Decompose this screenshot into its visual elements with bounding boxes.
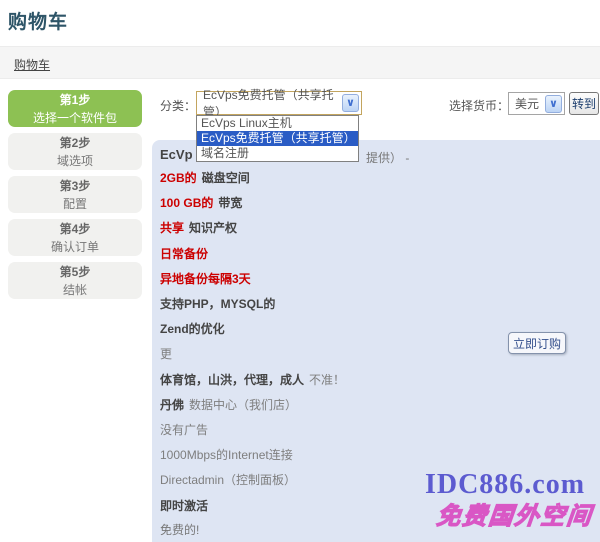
feature-line-1: 2GB的磁盘空间 xyxy=(160,165,345,190)
watermark-idc886: IDC886.com xyxy=(414,469,596,501)
category-option-2[interactable]: EcVps免费托管（共享托管） xyxy=(197,131,358,146)
feature-line-7: Zend的优化 xyxy=(160,316,345,341)
chevron-down-icon: ∨ xyxy=(342,94,359,112)
feature-segment: 体育馆，山洪，代理，成人 xyxy=(160,371,304,388)
step-item-2[interactable]: 第2步域选项 xyxy=(8,133,142,170)
chevron-down-icon: ∨ xyxy=(545,95,562,113)
feature-segment: 异地备份每隔3天 xyxy=(160,270,251,287)
step-label: 配置 xyxy=(63,195,87,212)
feature-line-10: 丹佛数据中心（我们店） xyxy=(160,392,345,417)
currency-select[interactable]: 美元 ∨ xyxy=(508,92,565,115)
feature-list: 2GB的磁盘空间100 GB的带宽共享知识产权日常备份异地备份每隔3天支持PHP… xyxy=(160,165,345,518)
product-heading-right: 提供） - xyxy=(366,149,409,166)
feature-segment: 带宽 xyxy=(218,194,242,211)
product-heading-left: EcVp xyxy=(160,147,193,162)
step-item-4[interactable]: 第4步确认订单 xyxy=(8,219,142,256)
feature-segment: 2GB的 xyxy=(160,169,197,186)
feature-segment: 1000Mbps的Internet连接 xyxy=(160,446,293,463)
watermark-free-space: 免费国外空间 xyxy=(428,496,600,531)
feature-segment: 日常备份 xyxy=(160,245,208,262)
feature-line-13: Directadmin（控制面板） xyxy=(160,467,345,492)
feature-line-14: 即时激活 xyxy=(160,492,345,517)
feature-segment: 知识产权 xyxy=(189,219,237,236)
page-title: 购物车 xyxy=(8,7,68,34)
currency-go-button[interactable]: 转到 xyxy=(569,92,599,115)
feature-line-12: 1000Mbps的Internet连接 xyxy=(160,442,345,467)
step-item-1[interactable]: 第1步选择一个软件包 xyxy=(8,90,142,127)
step-number: 第1步 xyxy=(60,91,91,108)
step-number: 第5步 xyxy=(60,263,91,280)
step-number: 第3步 xyxy=(60,177,91,194)
step-label: 选择一个软件包 xyxy=(33,109,117,126)
feature-segment: 共享 xyxy=(160,219,184,236)
step-number: 第2步 xyxy=(60,134,91,151)
feature-line-2: 100 GB的带宽 xyxy=(160,190,345,215)
order-now-button[interactable]: 立即订购 xyxy=(508,332,566,354)
feature-segment: 磁盘空间 xyxy=(202,169,250,186)
step-label: 结帐 xyxy=(63,281,87,298)
feature-line-11: 没有广告 xyxy=(160,417,345,442)
feature-line-8: 更 xyxy=(160,341,345,366)
feature-segment: 100 GB的 xyxy=(160,194,213,211)
feature-segment: 丹佛 xyxy=(160,396,184,413)
feature-segment: 不准！ xyxy=(309,371,345,388)
feature-line-4: 日常备份 xyxy=(160,241,345,266)
currency-selected-value: 美元 xyxy=(515,95,539,112)
feature-segment: 即时激活 xyxy=(160,497,208,514)
category-label: 分类： xyxy=(160,97,196,114)
feature-segment: 更 xyxy=(160,345,172,362)
feature-segment: 没有广告 xyxy=(160,421,208,438)
feature-line-3: 共享知识产权 xyxy=(160,215,345,240)
feature-segment: 数据中心（我们店） xyxy=(189,396,297,413)
step-label: 确认订单 xyxy=(51,238,99,255)
step-label: 域选项 xyxy=(57,152,93,169)
feature-line-6: 支持PHP，MYSQL的 xyxy=(160,291,345,316)
feature-line-9: 体育馆，山洪，代理，成人不准！ xyxy=(160,367,345,392)
category-option-1[interactable]: EcVps Linux主机 xyxy=(197,116,358,131)
currency-label: 选择货币： xyxy=(449,97,509,114)
step-item-3[interactable]: 第3步配置 xyxy=(8,176,142,213)
step-number: 第4步 xyxy=(60,220,91,237)
feature-segment: 支持PHP，MYSQL的 xyxy=(160,295,275,312)
step-item-5[interactable]: 第5步结帐 xyxy=(8,262,142,299)
category-option-3[interactable]: 域名注册 xyxy=(197,146,358,161)
feature-segment: Directadmin（控制面板） xyxy=(160,471,296,488)
breadcrumb-link[interactable]: 购物车 xyxy=(14,56,50,73)
feature-segment: Zend的优化 xyxy=(160,320,225,337)
breadcrumb-bar: 购物车 xyxy=(0,46,600,79)
category-select[interactable]: EcVps免费托管（共享托管） ∨ xyxy=(196,91,362,115)
category-dropdown-list: EcVps Linux主机EcVps免费托管（共享托管）域名注册 xyxy=(196,115,359,162)
product-panel: EcVp 提供） - 2GB的磁盘空间100 GB的带宽共享知识产权日常备份异地… xyxy=(152,140,600,542)
free-note: 免费的! xyxy=(160,521,199,538)
steps-sidebar: 第1步选择一个软件包第2步域选项第3步配置第4步确认订单第5步结帐 xyxy=(8,90,142,305)
feature-line-5: 异地备份每隔3天 xyxy=(160,266,345,291)
